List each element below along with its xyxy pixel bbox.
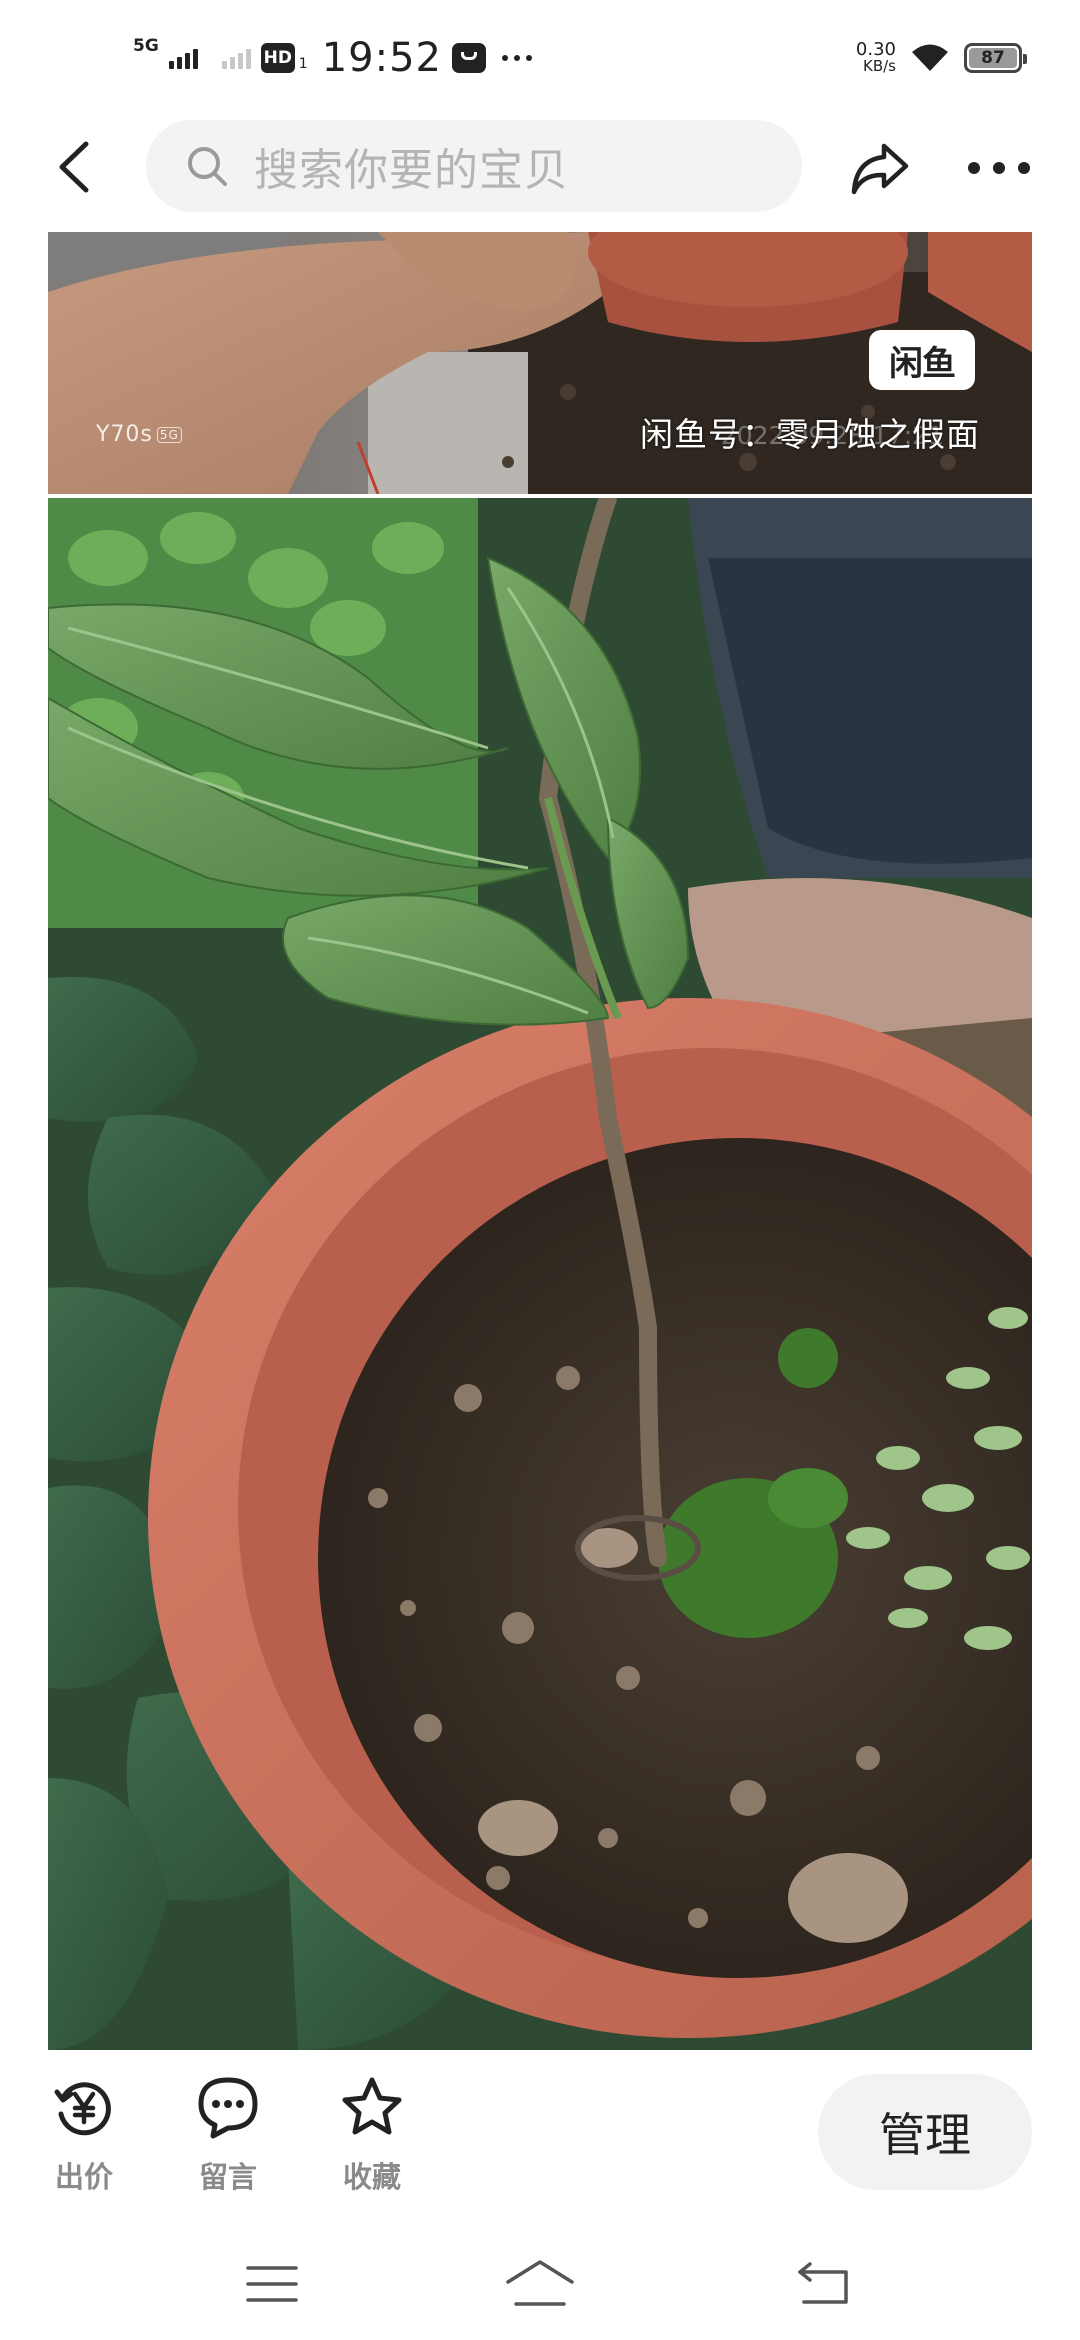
more-notifications-icon xyxy=(502,55,532,61)
network-speed: 0.30 KB/s xyxy=(856,41,896,75)
home-icon[interactable] xyxy=(504,2256,576,2312)
star-icon xyxy=(342,2077,402,2135)
favorite-label: 收藏 xyxy=(342,2160,401,2194)
back-button[interactable] xyxy=(42,132,112,202)
speed-value: 0.30 xyxy=(855,39,896,60)
signal-icon xyxy=(168,47,198,69)
status-left: 5G HD 1 19:52 xyxy=(133,30,532,86)
search-placeholder: 搜索你要的宝贝 xyxy=(254,145,569,196)
status-right: 0.30 KB/s 87 xyxy=(856,36,1027,80)
product-image-1[interactable]: Y70s 5G 闲鱼 2022.09.28 17:21 闲鱼号：零月蚀之假面 xyxy=(48,232,1032,494)
xianyu-watermark-logo: 闲鱼 xyxy=(869,330,975,390)
speed-unit: KB/s xyxy=(863,57,896,75)
hd-badge: HD xyxy=(260,43,295,73)
signal-sim2-icon xyxy=(221,47,251,69)
message-notification-icon xyxy=(452,43,486,73)
camera-watermark: Y70s 5G xyxy=(96,422,182,447)
system-navigation-bar xyxy=(0,2230,1080,2340)
bid-button[interactable]: 出价 xyxy=(29,2074,139,2196)
favorite-button[interactable]: 收藏 xyxy=(317,2074,427,2196)
search-bar[interactable]: 搜索你要的宝贝 xyxy=(146,120,802,212)
comment-label: 留言 xyxy=(198,2160,257,2194)
bottom-action-bar: 出价 留言 收藏 管理 xyxy=(0,2060,1080,2210)
xianyu-watermark-text: 闲鱼号：零月蚀之假面 xyxy=(640,415,980,454)
hd-index: 1 xyxy=(298,56,308,72)
back-nav-icon[interactable] xyxy=(796,2256,852,2312)
more-options-icon[interactable] xyxy=(968,156,1030,180)
battery-level: 87 xyxy=(981,48,1005,68)
camera-badge: 5G xyxy=(156,427,182,443)
camera-model: Y70s xyxy=(96,422,153,447)
network-type: 5G xyxy=(133,36,159,56)
bid-label: 出价 xyxy=(54,2160,113,2194)
wifi-icon xyxy=(912,44,948,71)
bid-icon xyxy=(54,2082,111,2136)
clock: 19:52 xyxy=(321,35,442,81)
comment-icon xyxy=(198,2077,258,2139)
product-image-2[interactable] xyxy=(48,498,1032,2050)
status-bar: 5G HD 1 19:52 0.30 KB/s 87 xyxy=(0,0,1080,112)
manage-button[interactable]: 管理 xyxy=(818,2074,1032,2190)
menu-icon[interactable] xyxy=(244,2256,300,2312)
share-icon[interactable] xyxy=(848,136,912,200)
top-nav-bar: 搜索你要的宝贝 xyxy=(0,112,1080,222)
battery-icon: 87 xyxy=(964,43,1027,73)
search-icon xyxy=(188,147,227,186)
product-photo-2 xyxy=(48,498,1032,2050)
comment-button[interactable]: 留言 xyxy=(173,2074,283,2196)
